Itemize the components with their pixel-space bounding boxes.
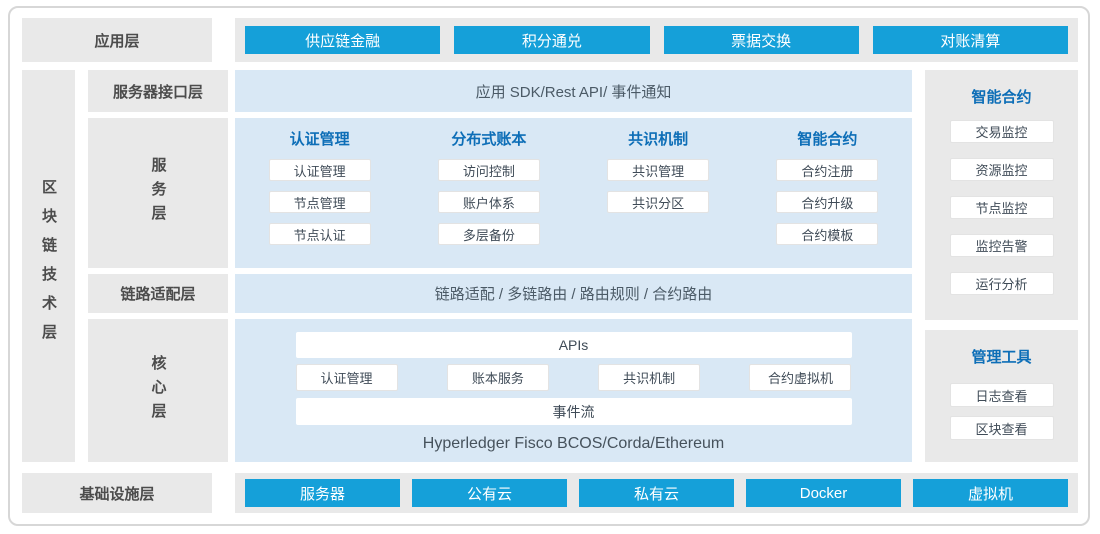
blockchain-tech-layer-label: 区块链技术层 [22, 70, 75, 462]
block-account-system: 账户体系 [438, 191, 540, 213]
panel-smart-contract-monitor: 智能合约 交易监控 资源监控 节点监控 监控告警 运行分析 [925, 70, 1078, 320]
block-public-cloud: 公有云 [412, 479, 567, 507]
service-column-header: 认证管理 [290, 131, 350, 148]
block-supply-chain-finance: 供应链金融 [245, 26, 440, 54]
block-contract-template: 合约模板 [776, 223, 878, 245]
core-layer-content: APIs 认证管理 账本服务 共识机制 合约虚拟机 事件流 Hyperledge… [296, 332, 852, 453]
service-layer-label: 服务层 [88, 118, 228, 268]
link-routing-bar: 链路适配 / 多链路由 / 路由规则 / 合约路由 [235, 274, 912, 313]
block-multilayer-backup: 多层备份 [438, 223, 540, 245]
block-bill-exchange: 票据交换 [664, 26, 859, 54]
service-column-auth: 认证管理 认证管理 节点管理 节点认证 [235, 118, 404, 268]
service-column-smart-contract: 智能合约 合约注册 合约升级 合约模板 [743, 118, 912, 268]
block-server: 服务器 [245, 479, 400, 507]
block-node-management: 节点管理 [269, 191, 371, 213]
block-points-exchange: 积分通兑 [454, 26, 649, 54]
service-column-header: 共识机制 [628, 131, 688, 148]
block-core-consensus: 共识机制 [598, 364, 700, 391]
block-consensus-partition: 共识分区 [607, 191, 709, 213]
infra-layer-label: 基础设施层 [22, 473, 212, 513]
core-layer-panel: APIs 认证管理 账本服务 共识机制 合约虚拟机 事件流 Hyperledge… [235, 319, 912, 462]
core-layer-label-text: 核心层 [148, 355, 169, 427]
tools-panel-header: 管理工具 [971, 349, 1031, 366]
block-node-auth: 节点认证 [269, 223, 371, 245]
block-node-monitor: 节点监控 [950, 196, 1054, 219]
block-virtual-machine: 虚拟机 [913, 479, 1068, 507]
block-ledger-service: 账本服务 [447, 364, 549, 391]
service-column-ledger: 分布式账本 访问控制 账户体系 多层备份 [404, 118, 573, 268]
block-transaction-monitor: 交易监控 [950, 120, 1054, 143]
block-core-auth: 认证管理 [296, 364, 398, 391]
core-layer-label: 核心层 [88, 319, 228, 462]
service-column-header: 分布式账本 [451, 131, 526, 148]
core-modules-row: 认证管理 账本服务 共识机制 合约虚拟机 [296, 364, 852, 391]
block-reconciliation-clearing: 对账清算 [873, 26, 1068, 54]
block-runtime-analysis: 运行分析 [950, 272, 1054, 295]
block-auth-management: 认证管理 [269, 159, 371, 181]
block-monitor-alert: 监控告警 [950, 234, 1054, 257]
infra-layer-strip: 服务器 公有云 私有云 Docker 虚拟机 [235, 473, 1078, 513]
panel-management-tools: 管理工具 日志查看 区块查看 [925, 330, 1078, 462]
app-layer-label: 应用层 [22, 18, 212, 62]
service-column-header: 智能合约 [797, 131, 857, 148]
block-contract-register: 合约注册 [776, 159, 878, 181]
event-stream-bar: 事件流 [296, 398, 852, 425]
app-layer-strip: 供应链金融 积分通兑 票据交换 对账清算 [235, 18, 1078, 62]
link-adapt-layer-label: 链路适配层 [88, 274, 228, 313]
block-consensus-management: 共识管理 [607, 159, 709, 181]
block-contract-vm: 合约虚拟机 [749, 364, 851, 391]
apis-bar: APIs [296, 332, 852, 358]
block-resource-monitor: 资源监控 [950, 158, 1054, 181]
sdk-api-bar: 应用 SDK/Rest API/ 事件通知 [235, 70, 912, 112]
block-log-viewer: 日志查看 [950, 383, 1054, 407]
platforms-text: Hyperledger Fisco BCOS/Corda/Ethereum [296, 435, 852, 453]
block-docker: Docker [746, 479, 901, 507]
block-block-viewer: 区块查看 [950, 416, 1054, 440]
block-private-cloud: 私有云 [579, 479, 734, 507]
block-access-control: 访问控制 [438, 159, 540, 181]
monitor-panel-header: 智能合约 [971, 89, 1031, 106]
interface-layer-label: 服务器接口层 [88, 70, 228, 112]
service-column-consensus: 共识机制 共识管理 共识分区 [574, 118, 743, 268]
block-contract-upgrade: 合约升级 [776, 191, 878, 213]
monitor-panel-items: 交易监控 资源监控 节点监控 监控告警 运行分析 [950, 120, 1054, 295]
service-layer-label-text: 服务层 [148, 157, 169, 229]
blockchain-tech-layer-text: 区块链技术层 [38, 179, 59, 353]
tools-panel-items: 日志查看 区块查看 [950, 383, 1054, 440]
service-layer-panel: 认证管理 认证管理 节点管理 节点认证 分布式账本 访问控制 账户体系 多层备份… [235, 118, 912, 268]
blockchain-architecture-diagram: 应用层 供应链金融 积分通兑 票据交换 对账清算 区块链技术层 服务器接口层 服… [0, 0, 1100, 534]
